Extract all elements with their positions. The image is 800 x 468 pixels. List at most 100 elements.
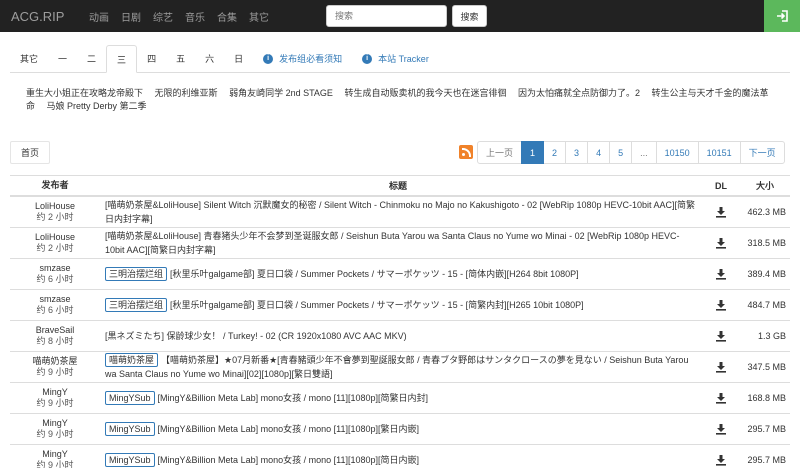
- schedule-item[interactable]: 重生大小姐正在攻略龙帝殿下: [26, 88, 143, 98]
- brand-logo[interactable]: ACG.RIP: [11, 9, 83, 24]
- schedule-item[interactable]: 转生成自动贩卖机的我今天也在迷宫徘徊: [344, 88, 506, 98]
- title-cell: 三明治摆烂组 [秋里乐叶galgame部] 夏日口袋 / Summer Pocke…: [100, 267, 702, 281]
- nav-item-anime[interactable]: 动画: [83, 9, 115, 24]
- team-label[interactable]: MingYSub: [105, 453, 155, 467]
- schedule-item[interactable]: 无限的利维亚斯: [155, 88, 218, 98]
- search-button[interactable]: 搜索: [452, 5, 487, 27]
- page-ellipsis: ...: [631, 141, 657, 164]
- nav-item-music[interactable]: 音乐: [179, 9, 211, 24]
- size-cell: 168.8 MB: [747, 393, 786, 403]
- nav-item-collection[interactable]: 合集: [211, 9, 243, 24]
- page-5[interactable]: 5: [609, 141, 633, 164]
- size-cell: 318.5 MB: [747, 238, 786, 248]
- next-page-button[interactable]: 下一页: [739, 141, 785, 164]
- prev-page-button[interactable]: 上一页: [477, 141, 523, 164]
- page-10151[interactable]: 10151: [697, 141, 741, 164]
- download-cell: [702, 423, 740, 435]
- publisher-cell: MingY 约 9 小时: [10, 449, 100, 468]
- publish-time: 约 9 小时: [36, 367, 74, 377]
- team-label[interactable]: MingYSub: [105, 422, 155, 436]
- publisher-name[interactable]: MingY: [10, 418, 100, 429]
- navbar: ACG.RIP 动画 日剧 综艺 音乐 合集 其它 搜索: [0, 0, 800, 32]
- schedule-item[interactable]: 弱角友崎同学 2nd STAGE: [229, 88, 333, 98]
- publisher-name[interactable]: 喵萌奶茶屋: [10, 356, 100, 367]
- nav-item-other[interactable]: 其它: [243, 9, 275, 24]
- download-icon[interactable]: [715, 361, 727, 373]
- tab-publisher-notice[interactable]: i 发布组必看须知: [253, 45, 352, 72]
- team-label[interactable]: 喵萌奶茶屋: [105, 353, 159, 367]
- publisher-name[interactable]: BraveSail: [10, 325, 100, 336]
- torrent-title-link[interactable]: [喵萌奶茶屋&LoliHouse] 青春猪头少年不会梦到圣诞服女郎 / Seis…: [105, 231, 680, 255]
- sign-in-icon: [777, 10, 788, 22]
- download-cell: [702, 454, 740, 466]
- publisher-cell: smzase 约 6 小时: [10, 263, 100, 285]
- team-label[interactable]: MingYSub: [105, 391, 155, 405]
- page-2[interactable]: 2: [543, 141, 567, 164]
- schedule-item[interactable]: 马娘 Pretty Derby 第二季: [47, 101, 147, 111]
- download-icon[interactable]: [715, 268, 727, 280]
- download-icon[interactable]: [715, 330, 727, 342]
- title-cell: 三明治摆烂组 [秋里乐叶galgame部] 夏日口袋 / Summer Pocke…: [100, 298, 702, 312]
- torrent-title-link[interactable]: [喵萌奶茶屋&LoliHouse] Silent Witch 沉默魔女的秘密 /…: [105, 200, 695, 224]
- nav-item-variety[interactable]: 综艺: [147, 9, 179, 24]
- tab-sunday[interactable]: 日: [224, 45, 253, 72]
- publish-time: 约 6 小时: [36, 274, 74, 284]
- table-row: MingY 约 9 小时 MingYSub [MingY&Billion Meta…: [10, 445, 790, 468]
- download-icon[interactable]: [715, 423, 727, 435]
- tab-other[interactable]: 其它: [10, 45, 48, 72]
- publisher-name[interactable]: smzase: [10, 294, 100, 305]
- publisher-name[interactable]: MingY: [10, 449, 100, 460]
- size-cell: 389.4 MB: [747, 269, 786, 279]
- tab-saturday[interactable]: 六: [195, 45, 224, 72]
- info-circle-icon: i: [263, 53, 274, 64]
- download-cell: [702, 206, 740, 218]
- size-cell: 347.5 MB: [747, 362, 786, 372]
- torrent-table: 发布者 标题 DL 大小 LoliHouse 约 2 小时 [喵萌奶茶屋&Lol…: [10, 175, 790, 468]
- tab-thursday[interactable]: 四: [137, 45, 166, 72]
- header-size: 大小: [755, 181, 774, 191]
- tab-monday[interactable]: 一: [48, 45, 77, 72]
- publish-time: 约 9 小时: [36, 460, 74, 468]
- page-1[interactable]: 1: [521, 141, 545, 164]
- tab-friday[interactable]: 五: [166, 45, 195, 72]
- publish-time: 约 9 小时: [36, 429, 74, 439]
- rss-icon[interactable]: [459, 145, 473, 159]
- torrent-title-link[interactable]: [秋里乐叶galgame部] 夏日口袋 / Summer Pockets / サ…: [170, 300, 584, 310]
- download-icon[interactable]: [715, 206, 727, 218]
- home-button[interactable]: 首页: [10, 141, 51, 164]
- torrent-title-link[interactable]: [MingY&Billion Meta Lab] mono女孩 / mono […: [158, 424, 419, 434]
- tab-publisher-notice-label: 发布组必看须知: [279, 54, 343, 64]
- page-3[interactable]: 3: [565, 141, 589, 164]
- team-label[interactable]: 三明治摆烂组: [105, 267, 168, 281]
- table-row: LoliHouse 约 2 小时 [喵萌奶茶屋&LoliHouse] Silen…: [10, 197, 790, 228]
- pagination: 上一页 1 2 3 4 5 ... 10150 10151 下一页: [477, 141, 785, 164]
- nav-item-drama[interactable]: 日剧: [115, 9, 147, 24]
- publisher-name[interactable]: LoliHouse: [10, 201, 100, 212]
- torrent-title-link[interactable]: 【喵萌奶茶屋】★07月新番★[青春豬頭少年不會夢到聖誕服女郎 / 青春ブタ野郎は…: [105, 355, 688, 379]
- tab-tuesday[interactable]: 二: [77, 45, 106, 72]
- tab-wednesday[interactable]: 三: [106, 45, 138, 73]
- tab-tracker-label: 本站 Tracker: [378, 54, 429, 64]
- download-icon[interactable]: [715, 237, 727, 249]
- download-icon[interactable]: [715, 299, 727, 311]
- team-label[interactable]: 三明治摆烂组: [105, 298, 168, 312]
- torrent-title-link[interactable]: [MingY&Billion Meta Lab] mono女孩 / mono […: [158, 455, 419, 465]
- search-input[interactable]: [326, 5, 447, 27]
- nav-menu: 动画 日剧 综艺 音乐 合集 其它: [83, 9, 275, 24]
- publisher-name[interactable]: MingY: [10, 387, 100, 398]
- login-button[interactable]: [764, 0, 800, 32]
- publisher-name[interactable]: smzase: [10, 263, 100, 274]
- tab-tracker[interactable]: i 本站 Tracker: [352, 45, 439, 72]
- page-10150[interactable]: 10150: [655, 141, 699, 164]
- page-4[interactable]: 4: [587, 141, 611, 164]
- publisher-name[interactable]: LoliHouse: [10, 232, 100, 243]
- download-icon[interactable]: [715, 392, 727, 404]
- download-cell: [702, 237, 740, 249]
- size-cell: 295.7 MB: [747, 455, 786, 465]
- schedule-item[interactable]: 因为太怕痛就全点防御力了。2: [518, 88, 640, 98]
- table-row: MingY 约 9 小时 MingYSub [MingY&Billion Meta…: [10, 414, 790, 445]
- torrent-title-link[interactable]: [黒ネズミたち] 保龄球少女！ / Turkey! - 02 (CR 1920x…: [105, 331, 407, 341]
- torrent-title-link[interactable]: [MingY&Billion Meta Lab] mono女孩 / mono […: [158, 393, 428, 403]
- torrent-title-link[interactable]: [秋里乐叶galgame部] 夏日口袋 / Summer Pockets / サ…: [170, 269, 579, 279]
- download-icon[interactable]: [715, 454, 727, 466]
